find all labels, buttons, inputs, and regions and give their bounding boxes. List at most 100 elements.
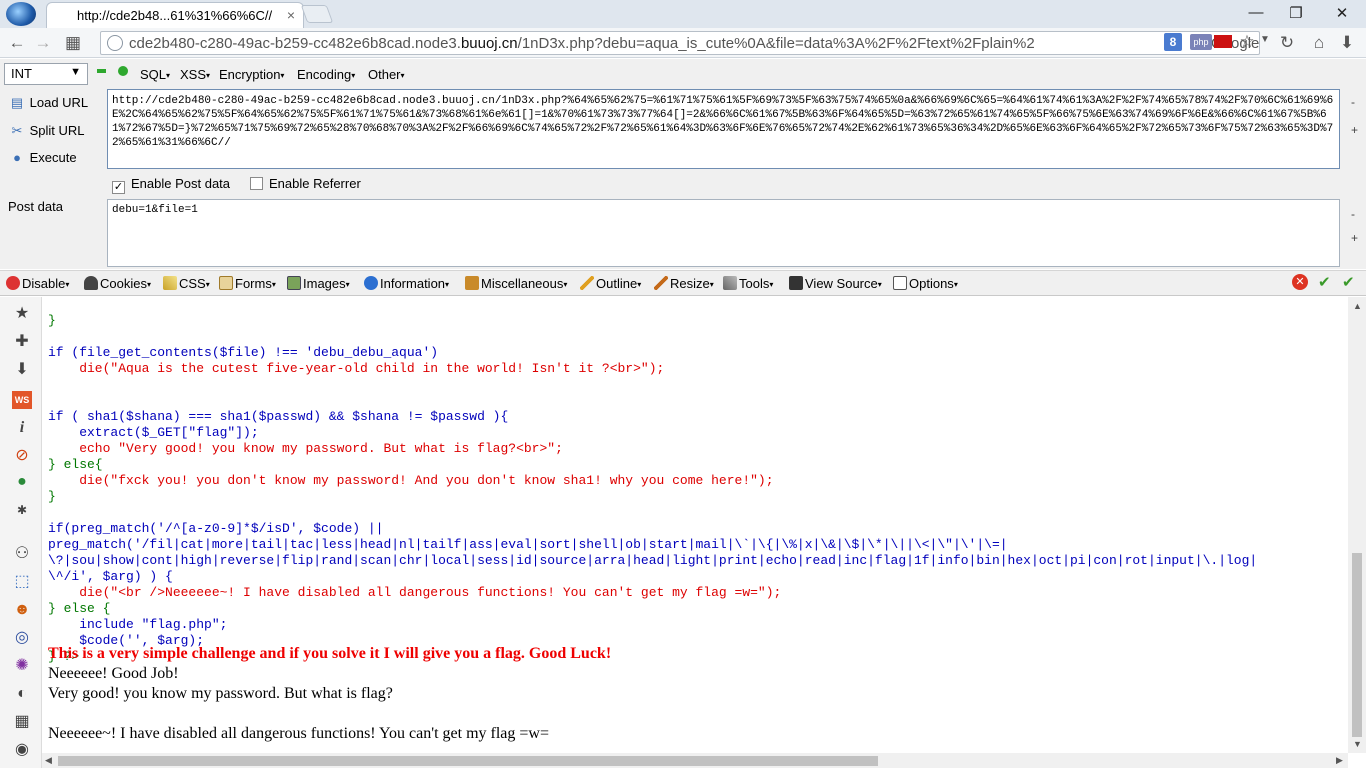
wd-css[interactable]: CSS▾ — [163, 276, 210, 291]
web-slices-icon[interactable]: WS — [12, 391, 32, 409]
wd-tools[interactable]: Tools▾ — [723, 276, 773, 291]
menu-xss[interactable]: XSS▾ — [180, 67, 210, 82]
puzzle-extensions-icon[interactable]: ✚ — [12, 333, 32, 351]
gamepad-icon[interactable]: ⚇ — [12, 545, 32, 563]
error-icon[interactable]: ✕ — [1292, 274, 1308, 290]
wd-options[interactable]: Options▾ — [893, 276, 958, 291]
reload-icon[interactable]: ↻ — [1276, 33, 1298, 53]
enable-post-label: Enable Post data — [131, 176, 231, 191]
download-arrow-icon[interactable]: ⬇ — [12, 361, 32, 379]
execute-button[interactable]: ● Execute — [8, 150, 77, 165]
bug-icon[interactable]: ✱ — [12, 501, 32, 519]
wd-images[interactable]: Images▾ — [287, 276, 350, 291]
web-developer-toolbar: Disable▾ Cookies▾ CSS▾ Forms▾ Images▾ In… — [0, 270, 1366, 296]
menu-encoding[interactable]: Encoding▾ — [297, 67, 355, 82]
swirl-icon[interactable]: ◎ — [12, 629, 32, 647]
tab-close-icon[interactable]: × — [287, 7, 295, 23]
orange-face-icon[interactable]: ☻ — [12, 601, 32, 619]
info-icon[interactable]: i — [12, 419, 32, 437]
url-area-shrink-icon[interactable]: - — [1351, 95, 1355, 109]
wd-disable-label: Disable — [22, 276, 66, 291]
enable-referrer-checkbox[interactable]: Enable Referrer — [250, 176, 361, 191]
wd-resize[interactable]: Resize▾ — [654, 276, 714, 291]
php-icon[interactable]: php — [1190, 34, 1212, 50]
window-icon[interactable]: ▦ — [12, 713, 32, 731]
output-good-job: Neeeeee! Good Job! — [48, 665, 179, 682]
wd-miscellaneous-label: Miscellaneous — [481, 276, 564, 291]
split-url-button[interactable]: ✂ Split URL — [8, 123, 85, 139]
vertical-scroll-thumb[interactable] — [1352, 553, 1362, 737]
wd-view-source[interactable]: View Source▾ — [789, 276, 882, 291]
back-arrow-icon[interactable]: ← — [6, 33, 28, 53]
url-textarea[interactable]: http://cde2b480-c280-49ac-b259-cc482e6b8… — [107, 89, 1340, 169]
palette-icon[interactable]: ◐ — [12, 685, 32, 703]
wd-tools-label: Tools — [739, 276, 770, 291]
star-bookmark-icon[interactable]: ★ — [12, 305, 32, 323]
cookies-icon — [84, 276, 98, 290]
cursor-select-icon[interactable]: ⬚ — [12, 573, 32, 591]
scroll-right-icon[interactable]: ▶ — [1336, 755, 1343, 766]
js-valid-check-icon[interactable]: ✔ — [1342, 273, 1355, 291]
forms-icon — [219, 276, 233, 290]
menu-other[interactable]: Other▾ — [368, 67, 405, 82]
forward-arrow-icon[interactable]: → — [32, 33, 54, 53]
post-area-expand-icon[interactable]: + — [1351, 231, 1358, 245]
scroll-down-icon[interactable]: ▼ — [1353, 739, 1362, 749]
green-ball-icon[interactable]: ● — [12, 473, 32, 491]
horizontal-scrollbar[interactable]: ◀ ▶ — [42, 753, 1348, 768]
post-area-shrink-icon[interactable]: - — [1351, 207, 1355, 221]
horizontal-scroll-thumb[interactable] — [58, 756, 878, 766]
dropdown-arrow-icon: ▼ — [70, 66, 81, 78]
wd-cookies[interactable]: Cookies▾ — [84, 276, 151, 291]
vertical-scrollbar[interactable]: ▲ ▼ — [1348, 297, 1366, 753]
download-icon[interactable]: ⬇ — [1336, 33, 1358, 53]
load-url-icon: ▤ — [10, 95, 24, 110]
int-dropdown[interactable]: INT ▼ — [4, 63, 88, 85]
browser-tab[interactable]: http://cde2b48...61%31%66%6C// × — [46, 2, 304, 28]
menu-encryption[interactable]: Encryption▾ — [219, 67, 284, 82]
wd-information[interactable]: Information▾ — [364, 276, 449, 291]
home-icon[interactable]: ⌂ — [1308, 33, 1330, 53]
menu-sql-label: SQL — [140, 67, 167, 82]
code-line: } — [48, 489, 56, 504]
tools-icon — [723, 276, 737, 290]
url-domain: buuoj.cn — [460, 35, 518, 52]
enable-post-checkbox[interactable]: ✓ Enable Post data — [112, 176, 230, 194]
wd-miscellaneous[interactable]: Miscellaneous▾ — [465, 276, 567, 291]
google-icon[interactable]: 8 — [1164, 33, 1182, 51]
post-data-textarea[interactable]: debu=1&file=1 — [107, 199, 1340, 267]
globe-sidebar-icon[interactable]: ◉ — [12, 741, 32, 759]
miscellaneous-icon — [465, 276, 479, 290]
checkbox-checked-icon: ✓ — [112, 181, 125, 194]
wd-outline[interactable]: Outline▾ — [580, 276, 641, 291]
block-icon[interactable]: ⊘ — [12, 447, 32, 465]
address-bar[interactable]: cde2b480-c280-49ac-b259-cc482e6b8cad.nod… — [100, 31, 1260, 55]
code-line: \^/i', $arg) ) { — [48, 569, 173, 584]
code-line: if(preg_match('/^[a-z0-9]*$/isD', $code)… — [48, 521, 384, 536]
purple-virus-icon[interactable]: ✺ — [12, 657, 32, 675]
menu-sql[interactable]: SQL▾ — [140, 67, 170, 82]
url-area-expand-icon[interactable]: + — [1351, 123, 1358, 137]
minimize-button[interactable]: — — [1246, 4, 1266, 22]
scroll-left-icon[interactable]: ◀ — [45, 755, 52, 766]
wd-forms-label: Forms — [235, 276, 272, 291]
grid-menu-icon[interactable]: ▦ — [62, 33, 84, 53]
star-dropdown-icon[interactable]: ▼ — [1254, 34, 1276, 45]
increase-icon[interactable] — [118, 66, 128, 76]
close-window-button[interactable]: ✕ — [1332, 4, 1352, 22]
scroll-up-icon[interactable]: ▲ — [1353, 301, 1362, 311]
browser-logo-icon[interactable] — [6, 2, 36, 26]
information-icon — [364, 276, 378, 290]
decrease-icon[interactable] — [97, 69, 106, 73]
load-url-button[interactable]: ▤ Load URL — [8, 95, 88, 111]
url-text[interactable]: cde2b480-c280-49ac-b259-cc482e6b8cad.nod… — [129, 35, 1035, 52]
enable-referrer-label: Enable Referrer — [269, 176, 361, 191]
wd-disable[interactable]: Disable▾ — [6, 276, 69, 291]
execute-icon: ● — [13, 150, 21, 165]
wd-forms[interactable]: Forms▾ — [219, 276, 276, 291]
new-tab-button[interactable] — [300, 5, 334, 23]
menu-encoding-label: Encoding — [297, 67, 352, 82]
css-valid-check-icon[interactable]: ✔ — [1318, 273, 1331, 291]
maximize-button[interactable]: ❐ — [1286, 4, 1306, 22]
outline-pencil-icon — [580, 276, 594, 290]
